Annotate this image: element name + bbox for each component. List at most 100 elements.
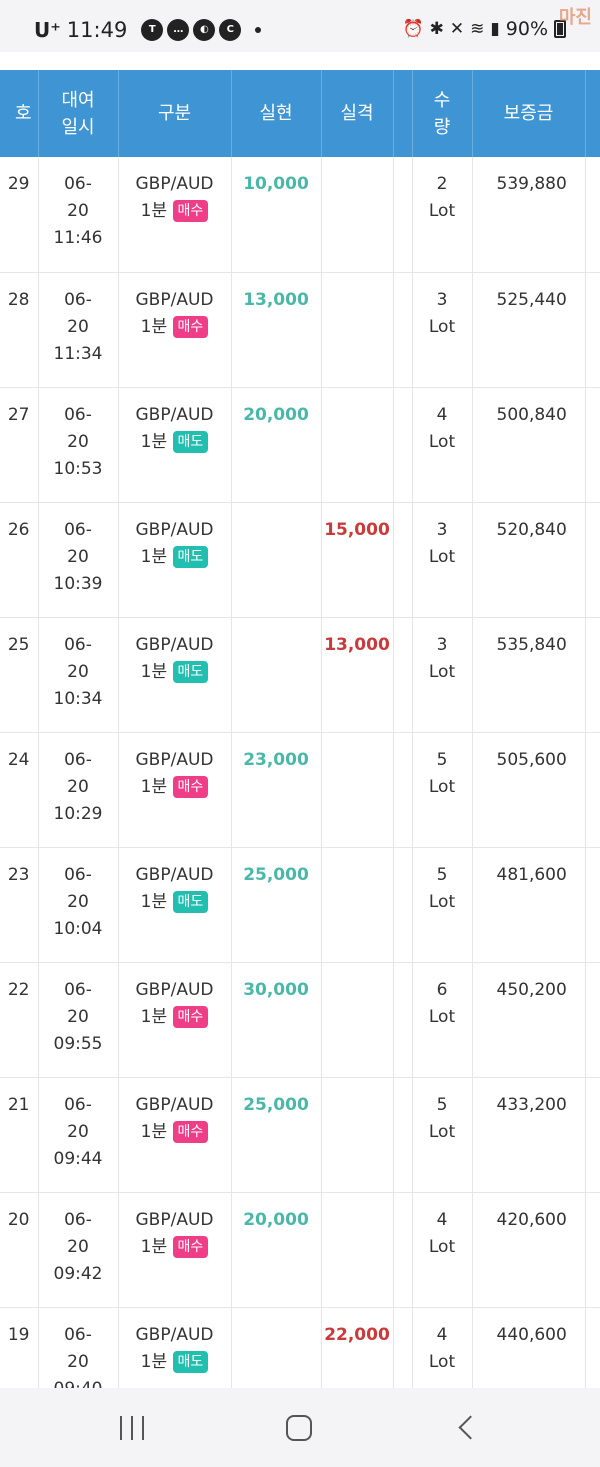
- back-icon[interactable]: [448, 1412, 488, 1444]
- row-separator: [393, 732, 413, 848]
- side-badge: 매도: [172, 545, 209, 568]
- row-loss: [321, 1077, 394, 1193]
- row-extra: [585, 1192, 600, 1308]
- side-badge: 매수: [172, 315, 209, 338]
- row-category: GBP/AUD 1분 매수: [118, 732, 232, 848]
- row-category: GBP/AUD 1분 매수: [118, 1192, 232, 1308]
- row-datetime: 06- 20 10:39: [38, 502, 119, 618]
- table-row[interactable]: 24 06- 20 10:29 GBP/AUD 1분 매수 23,000 5 Lot 505,60…: [0, 732, 600, 848]
- side-badge: 매도: [172, 430, 209, 453]
- header-num: 호: [0, 70, 39, 157]
- side-badge: 매수: [172, 1005, 209, 1028]
- row-number: 29: [0, 157, 39, 273]
- row-category: GBP/AUD 1분 매도: [118, 387, 232, 503]
- row-number: 23: [0, 847, 39, 963]
- row-extra: [585, 847, 600, 963]
- row-loss: 13,000: [321, 617, 394, 733]
- row-extra: [585, 157, 600, 273]
- row-qty: 3 Lot: [412, 617, 473, 733]
- status-right: ⏰ ✱ ✕ ≋ ▮ 90%: [402, 18, 566, 40]
- row-loss: [321, 732, 394, 848]
- more-notifications-icon: [255, 27, 262, 33]
- row-margin: 440,600: [472, 1307, 586, 1388]
- table-row[interactable]: 21 06- 20 09:44 GBP/AUD 1분 매수 25,000 5 Lot 433,20…: [0, 1077, 600, 1193]
- carrier-label: U⁺: [34, 18, 61, 42]
- signal-icon: ▮: [490, 19, 500, 39]
- recent-apps-icon[interactable]: [112, 1412, 152, 1444]
- notification-icons: T … ◐ C: [141, 19, 262, 41]
- row-margin: 525,440: [472, 272, 586, 388]
- row-profit: [231, 502, 322, 618]
- row-category: GBP/AUD 1분 매도: [118, 617, 232, 733]
- row-profit: 30,000: [231, 962, 322, 1078]
- row-separator: [393, 387, 413, 503]
- table-row[interactable]: 1906-2009:40GBP/AUD1분 매도 22,000 4Lot440,60…: [0, 1307, 600, 1388]
- row-profit: 13,000: [231, 272, 322, 388]
- row-separator: [393, 847, 413, 963]
- row-qty: 4 Lot: [412, 1307, 473, 1388]
- side-badge: 매수: [172, 1120, 209, 1143]
- watermark-logo: 마진: [558, 7, 592, 28]
- row-separator: [393, 1192, 413, 1308]
- row-qty: 5 Lot: [412, 847, 473, 963]
- row-loss: [321, 157, 394, 273]
- table-row[interactable]: 23 06- 20 10:04 GBP/AUD 1분 매도 25,000 5 Lot 481,60…: [0, 847, 600, 963]
- row-loss: [321, 1192, 394, 1308]
- row-loss: [321, 962, 394, 1078]
- table-row[interactable]: 27 06- 20 10:53 GBP/AUD 1분 매도 20,000 4 Lot 500,84…: [0, 387, 600, 503]
- header-qty: 수량: [412, 70, 473, 157]
- row-qty: 5 Lot: [412, 1077, 473, 1193]
- row-separator: [393, 1307, 413, 1388]
- row-extra: [585, 1077, 600, 1193]
- table-row[interactable]: 20 06- 20 09:42 GBP/AUD 1분 매수 20,000 4 Lot 420,60…: [0, 1192, 600, 1308]
- row-datetime: 06- 20 11:46: [38, 157, 119, 273]
- history-table: 호 대여 일시 구분 실현 실격 수량 보증금 29 06- 20 11:46 GBP/A…: [0, 70, 600, 1388]
- header-separator: [393, 70, 413, 157]
- row-profit: 20,000: [231, 1192, 322, 1308]
- history-table-container[interactable]: 호 대여 일시 구분 실현 실격 수량 보증금 29 06- 20 11:46 GBP/A…: [0, 70, 600, 1388]
- row-qty: 5 Lot: [412, 732, 473, 848]
- row-profit: [231, 1307, 322, 1388]
- row-profit: 10,000: [231, 157, 322, 273]
- alarm-icon: ⏰: [402, 19, 424, 39]
- row-qty: 2 Lot: [412, 157, 473, 273]
- row-profit: 25,000: [231, 847, 322, 963]
- table-row[interactable]: 29 06- 20 11:46 GBP/AUD 1분 매수 10,000 2 Lot 539,88…: [0, 157, 600, 273]
- top-gap: [0, 52, 600, 70]
- row-margin: 539,880: [472, 157, 586, 273]
- header-datetime: 대여 일시: [38, 70, 119, 157]
- row-margin: 520,840: [472, 502, 586, 618]
- table-row[interactable]: 22 06- 20 09:55 GBP/AUD 1분 매수 30,000 6 Lot 450,20…: [0, 962, 600, 1078]
- row-extra: [585, 387, 600, 503]
- row-separator: [393, 502, 413, 618]
- table-header-row: 호 대여 일시 구분 실현 실격 수량 보증금: [0, 70, 600, 157]
- row-datetime: 06- 20 10:34: [38, 617, 119, 733]
- clock: 11:49: [66, 18, 128, 42]
- home-icon[interactable]: [278, 1412, 318, 1444]
- row-number: 21: [0, 1077, 39, 1193]
- row-datetime: 06- 20 10:53: [38, 387, 119, 503]
- mute-icon: ✕: [449, 19, 465, 39]
- message-icon: ◐: [193, 19, 216, 41]
- row-qty: 4 Lot: [412, 1192, 473, 1308]
- side-badge: 매도: [172, 890, 209, 913]
- row-category: GBP/AUD 1분 매도: [118, 847, 232, 963]
- row-number: 19: [0, 1307, 39, 1388]
- row-separator: [393, 617, 413, 733]
- row-category: GBP/AUD 1분 매수: [118, 1077, 232, 1193]
- c-app-icon: C: [219, 19, 242, 41]
- bluetooth-icon: ✱: [429, 19, 444, 39]
- row-qty: 6 Lot: [412, 962, 473, 1078]
- side-badge: 매수: [172, 775, 209, 798]
- row-separator: [393, 272, 413, 388]
- table-row[interactable]: 26 06- 20 10:39 GBP/AUD 1분 매도 15,000 3 Lot 520,84…: [0, 502, 600, 618]
- chat-bubble-icon: …: [167, 19, 190, 41]
- table-row[interactable]: 28 06- 20 11:34 GBP/AUD 1분 매수 13,000 3 Lot 525,44…: [0, 272, 600, 388]
- side-badge: 매수: [172, 1235, 209, 1258]
- row-extra: [585, 962, 600, 1078]
- table-row[interactable]: 25 06- 20 10:34 GBP/AUD 1분 매도 13,000 3 Lot 535,84…: [0, 617, 600, 733]
- row-category: GBP/AUD 1분 매수: [118, 157, 232, 273]
- row-loss: 22,000: [321, 1307, 394, 1388]
- row-profit: [231, 617, 322, 733]
- row-qty: 3 Lot: [412, 502, 473, 618]
